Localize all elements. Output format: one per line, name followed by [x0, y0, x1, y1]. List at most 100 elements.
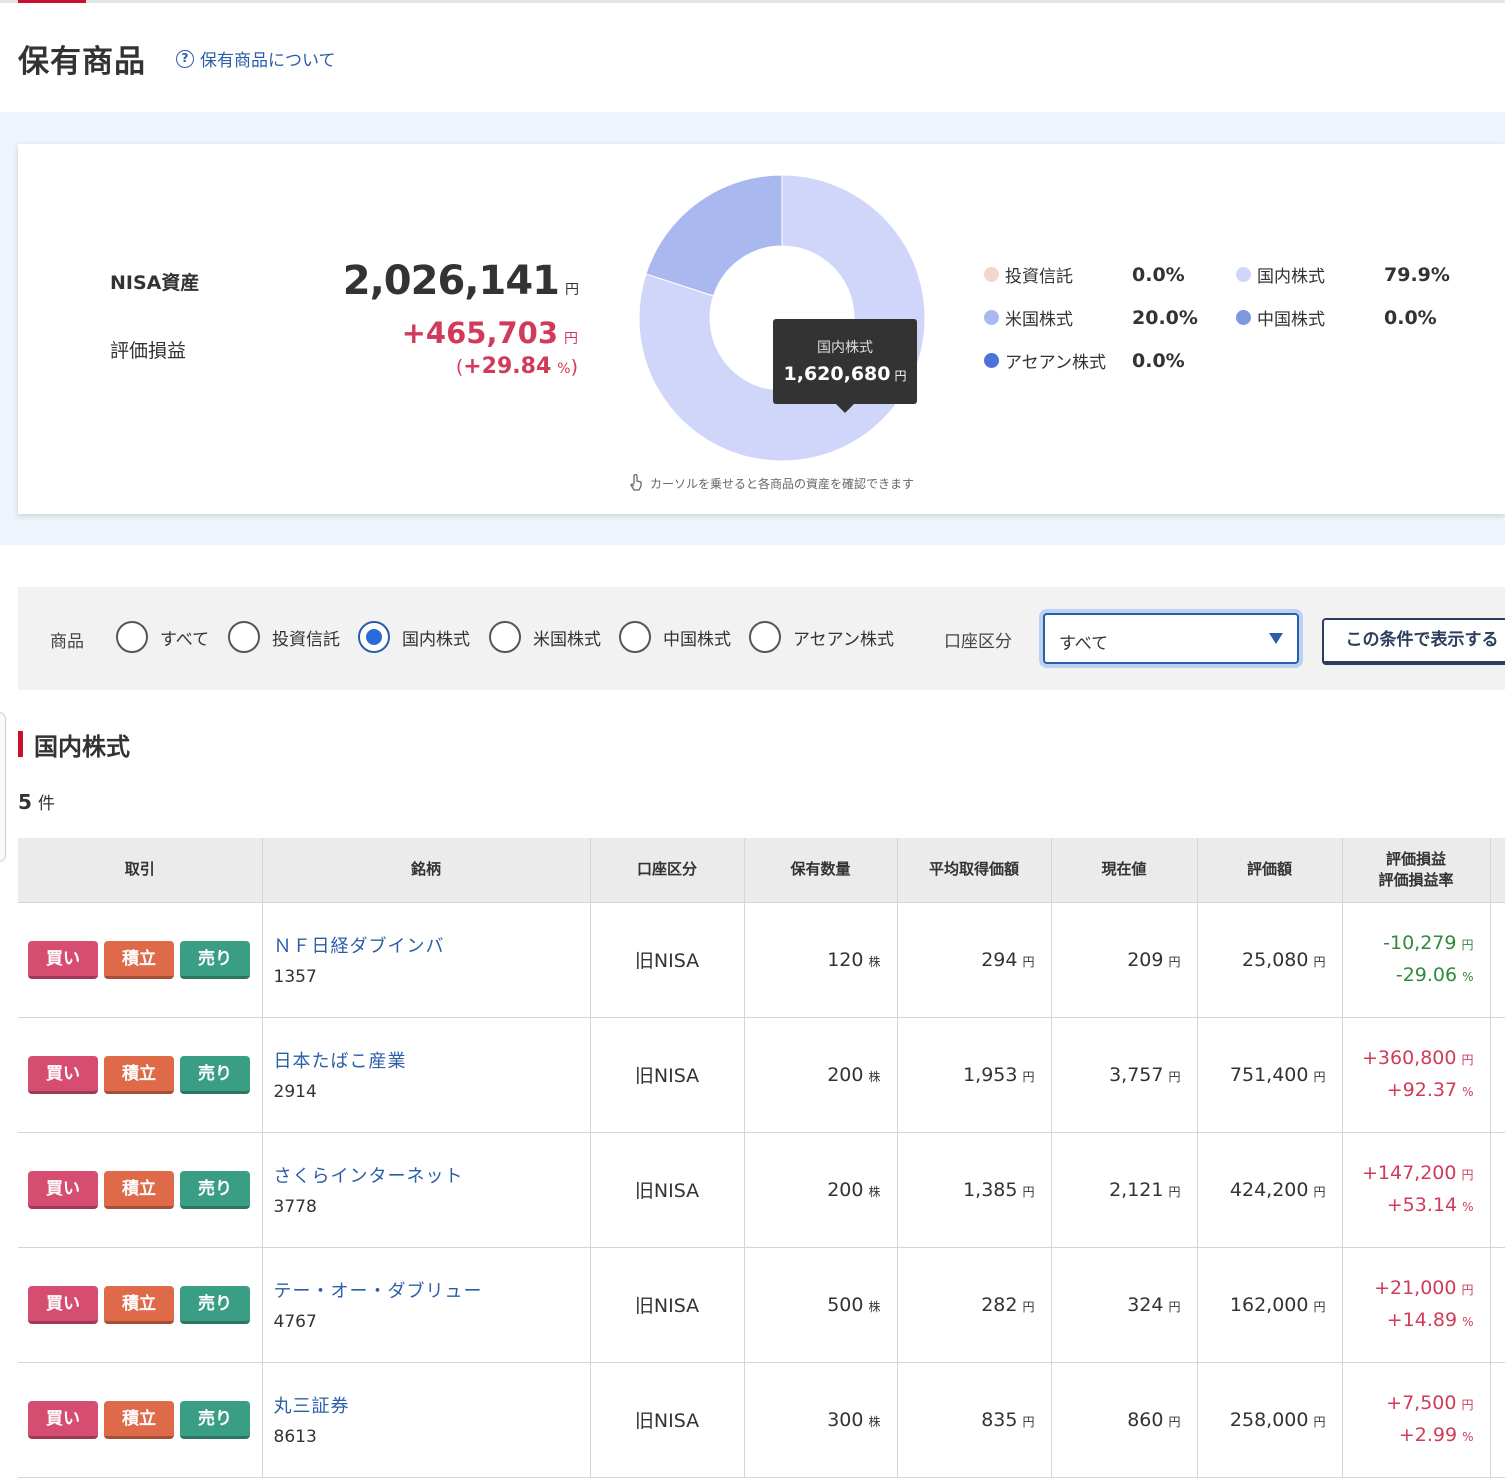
radio-label: アセアン株式: [793, 629, 894, 650]
question-circle-icon: ?: [176, 49, 194, 68]
account-type-cell: 旧NISA: [590, 1017, 745, 1133]
radio-domestic-stock[interactable]: 国内株式: [358, 621, 470, 653]
security-cell: 日本たばこ産業 2914: [262, 1017, 591, 1133]
trade-cell: 買い 積立 売り: [18, 902, 263, 1018]
security-name-link[interactable]: テー・オー・ダブリュー: [274, 1277, 590, 1303]
current-price-cell: 324 円: [1051, 1247, 1198, 1363]
radio-china-stock[interactable]: 中国株式: [619, 621, 731, 653]
chart-hint-text: カーソルを乗せると各商品の資産を確認できます: [650, 476, 915, 491]
pointer-hand-icon: [630, 474, 642, 491]
security-code: 2914: [273, 1082, 317, 1102]
evaluation-cell: 162,000 円: [1197, 1247, 1343, 1363]
allocation-donut-chart[interactable]: [638, 174, 926, 462]
account-type-cell: 旧NISA: [590, 1247, 745, 1363]
accumulate-button[interactable]: 積立: [104, 1400, 174, 1439]
buy-button[interactable]: 買い: [28, 1285, 98, 1324]
legend-label: アセアン株式: [1005, 353, 1106, 373]
radio-label: 投資信託: [272, 629, 340, 650]
col-overflow: [1490, 838, 1505, 903]
radio-label: すべて: [160, 629, 210, 650]
account-type-select[interactable]: すべて: [1043, 613, 1299, 664]
buy-button[interactable]: 買い: [28, 940, 98, 979]
legend-item: 中国株式 0.0%: [1236, 305, 1437, 330]
col-profit-loss: 評価損益 評価損益率: [1342, 838, 1491, 903]
radio-label: 中国株式: [663, 629, 731, 650]
legend-percent: 20.0%: [1132, 306, 1198, 329]
chart-legend: 投資信託 0.0% 国内株式 79.9% 米国株式 20.0% 中国株式 0.0% アセアン株式…: [984, 262, 1464, 382]
about-holdings-label: 保有商品について: [200, 51, 336, 71]
select-value: すべて: [1059, 634, 1109, 654]
security-code: 8613: [273, 1427, 317, 1447]
security-name-link[interactable]: 丸三証券: [274, 1392, 590, 1418]
side-handle[interactable]: [0, 712, 6, 862]
legend-swatch: [1236, 310, 1251, 325]
current-price-cell: 209 円: [1051, 902, 1198, 1018]
avg-price-cell: 1,385 円: [897, 1132, 1052, 1248]
profit-loss-cell: -10,279 円 -29.06%: [1342, 902, 1491, 1018]
radio-circle[interactable]: [489, 621, 521, 653]
sell-button[interactable]: 売り: [180, 940, 250, 979]
accumulate-button[interactable]: 積立: [104, 1170, 174, 1209]
radio-circle[interactable]: [749, 621, 781, 653]
legend-label: 国内株式: [1257, 267, 1325, 287]
sell-button[interactable]: 売り: [180, 1055, 250, 1094]
profit-loss-cell: +360,800 円 +92.37%: [1342, 1017, 1491, 1133]
section-accent-bar: [18, 731, 23, 757]
sell-button[interactable]: 売り: [180, 1400, 250, 1439]
legend-swatch: [984, 310, 999, 325]
trade-cell: 買い 積立 売り: [18, 1017, 263, 1133]
trade-cell: 買い 積立 売り: [18, 1132, 263, 1248]
account-type-cell: 旧NISA: [590, 1362, 745, 1478]
evaluation-cell: 25,080 円: [1197, 902, 1343, 1018]
buy-button[interactable]: 買い: [28, 1400, 98, 1439]
radio-us-stock[interactable]: 米国株式: [489, 621, 601, 653]
sell-button[interactable]: 売り: [180, 1170, 250, 1209]
col-avg-price: 平均取得価額: [897, 838, 1052, 903]
profit-loss-cell: +147,200 円 +53.14%: [1342, 1132, 1491, 1248]
security-name-link[interactable]: ＮＦ日経ダブインバ: [274, 932, 590, 958]
current-price-cell: 2,121 円: [1051, 1132, 1198, 1248]
radio-investment-trust[interactable]: 投資信託: [228, 621, 340, 653]
security-name-link[interactable]: さくらインターネット: [274, 1162, 590, 1188]
section-title: 国内株式: [34, 733, 130, 761]
overflow-cell: [1490, 1362, 1505, 1478]
accumulate-button[interactable]: 積立: [104, 1055, 174, 1094]
radio-asean-stock[interactable]: アセアン株式: [749, 621, 894, 653]
radio-circle-selected[interactable]: [358, 621, 390, 653]
overflow-cell: [1490, 1017, 1505, 1133]
radio-circle[interactable]: [116, 621, 148, 653]
nisa-assets-label: NISA資産: [110, 272, 200, 294]
quantity-cell: 200 株: [744, 1132, 898, 1248]
col-current-price: 現在値: [1051, 838, 1198, 903]
apply-filter-button[interactable]: この条件で表示する: [1322, 618, 1505, 665]
tooltip-value: 1,620,680 円: [783, 363, 907, 385]
accumulate-button[interactable]: 積立: [104, 940, 174, 979]
about-holdings-link[interactable]: ? 保有商品について: [176, 46, 336, 71]
buy-button[interactable]: 買い: [28, 1055, 98, 1094]
avg-price-cell: 282 円: [897, 1247, 1052, 1363]
quantity-cell: 200 株: [744, 1017, 898, 1133]
radio-all[interactable]: すべて: [116, 621, 209, 653]
result-count: 5件: [18, 790, 55, 814]
page-title: 保有商品: [18, 44, 146, 80]
security-name-link[interactable]: 日本たばこ産業: [274, 1047, 590, 1073]
filter-bar: 商品 すべて 投資信託 国内株式 米国株式 中国株式 アセアン株式 口座区分 す…: [18, 587, 1505, 690]
buy-button[interactable]: 買い: [28, 1170, 98, 1209]
radio-circle[interactable]: [619, 621, 651, 653]
accumulate-button[interactable]: 積立: [104, 1285, 174, 1324]
holdings-table: 取引 銘柄 口座区分 保有数量 平均取得価額 現在値 評価額 評価損益 評価損益率…: [18, 838, 1505, 1478]
table-row: 買い 積立 売り さくらインターネット 3778 旧NISA 200 株 1,385 円 2,121…: [18, 1132, 1505, 1248]
account-type-cell: 旧NISA: [590, 1132, 745, 1248]
radio-circle[interactable]: [228, 621, 260, 653]
profit-loss-cell: +7,500 円 +2.99%: [1342, 1362, 1491, 1478]
security-code: 3778: [273, 1197, 317, 1217]
donut-slice-米国株式[interactable]: [645, 174, 783, 297]
sell-button[interactable]: 売り: [180, 1285, 250, 1324]
nisa-assets-value: 2,026,141 円: [342, 258, 579, 304]
col-evaluation: 評価額: [1197, 838, 1343, 903]
security-cell: ＮＦ日経ダブインバ 1357: [262, 902, 591, 1018]
security-cell: テー・オー・ダブリュー 4767: [262, 1247, 591, 1363]
evaluation-cell: 424,200 円: [1197, 1132, 1343, 1248]
product-filter-label: 商品: [50, 632, 84, 652]
table-row: 買い 積立 売り 日本たばこ産業 2914 旧NISA 200 株 1,953 円 3,757 円 75…: [18, 1017, 1505, 1133]
